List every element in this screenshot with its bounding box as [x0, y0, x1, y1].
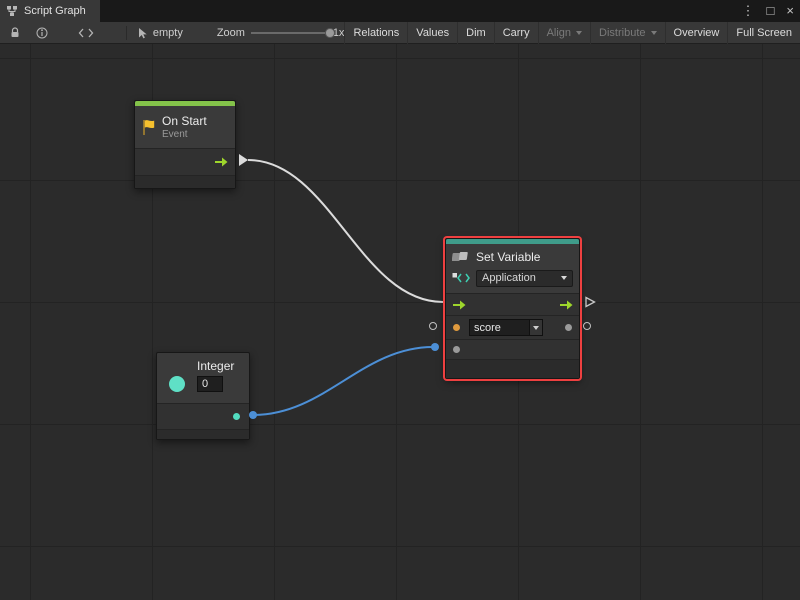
align-label: Align — [547, 27, 571, 39]
title-bar: Script Graph ⋮ □ × — [0, 0, 800, 22]
info-icon[interactable] — [36, 27, 48, 39]
distribute-label: Distribute — [599, 27, 645, 39]
value-wire[interactable] — [253, 347, 433, 415]
maximize-icon[interactable]: □ — [761, 0, 781, 22]
on-start-footer — [135, 175, 235, 188]
node-integer[interactable]: Integer 0 — [156, 352, 250, 440]
variable-scope-dropdown[interactable]: Application — [476, 270, 573, 287]
set-variable-title: Set Variable — [476, 250, 540, 264]
values-button[interactable]: Values — [407, 22, 457, 44]
window-controls: ⋮ □ × — [736, 0, 800, 22]
overview-button[interactable]: Overview — [665, 22, 728, 44]
flow-input-port[interactable] — [452, 300, 466, 310]
variable-name-value: score — [470, 322, 529, 334]
zoom-label: Zoom — [217, 27, 245, 39]
dim-button[interactable]: Dim — [457, 22, 494, 44]
input-value-port[interactable] — [453, 346, 460, 353]
variable-name-port[interactable] — [453, 324, 460, 331]
node-set-variable[interactable]: Set Variable Application — [445, 238, 580, 379]
fullscreen-label: Full Screen — [736, 27, 792, 39]
integer-footer — [157, 429, 249, 439]
variable-scope-value: Application — [482, 272, 556, 284]
on-start-flow-connector[interactable] — [239, 154, 248, 166]
on-start-title: On Start — [162, 114, 207, 128]
integer-wire-endpoint[interactable] — [249, 411, 257, 419]
menu-icon[interactable]: ⋮ — [736, 0, 761, 22]
carry-label: Carry — [503, 27, 530, 39]
chevron-down-icon — [576, 31, 582, 35]
code-inspect-icon[interactable] — [78, 28, 94, 38]
output-value-port[interactable] — [565, 324, 572, 331]
relations-label: Relations — [353, 27, 399, 39]
selection-label: empty — [153, 27, 183, 39]
node-on-start[interactable]: On Start Event — [134, 100, 236, 189]
toolbar-separator — [126, 26, 127, 40]
graph-icon — [6, 5, 18, 17]
toolbar-buttons: Relations Values Dim Carry Align Distrib… — [344, 22, 800, 44]
graph-canvas[interactable]: On Start Event Set Variable — [0, 44, 800, 600]
pointer-icon — [137, 27, 148, 39]
graph-toolbar: empty Zoom 1x Relations Values Dim Carry… — [0, 22, 800, 44]
lock-icon[interactable] — [10, 27, 20, 38]
flag-icon — [141, 119, 156, 136]
wire-layer — [0, 44, 800, 600]
variables-icon — [452, 251, 470, 264]
integer-value: 0 — [198, 378, 222, 390]
integer-title: Integer — [197, 359, 243, 373]
chevron-down-icon — [529, 320, 542, 335]
chevron-down-icon — [561, 276, 567, 280]
relations-button[interactable]: Relations — [344, 22, 407, 44]
dim-label: Dim — [466, 27, 486, 39]
flow-output-port[interactable] — [559, 300, 573, 310]
name-port-connector[interactable] — [429, 322, 437, 330]
zoom-slider-handle[interactable] — [325, 28, 335, 38]
set-variable-footer — [446, 359, 579, 378]
zoom-slider[interactable] — [251, 32, 325, 34]
integer-type-icon — [169, 376, 185, 392]
distribute-button[interactable]: Distribute — [590, 22, 664, 44]
carry-button[interactable]: Carry — [494, 22, 538, 44]
output-port-connector[interactable] — [583, 322, 591, 330]
variable-name-dropdown[interactable]: score — [469, 319, 543, 336]
integer-output-port[interactable] — [233, 413, 240, 420]
overview-label: Overview — [674, 27, 720, 39]
integer-value-field[interactable]: 0 — [197, 376, 223, 392]
flow-out-connector[interactable] — [584, 296, 596, 308]
tab-script-graph[interactable]: Script Graph — [0, 0, 100, 22]
close-icon[interactable]: × — [780, 0, 800, 22]
code-icon — [452, 272, 471, 284]
flow-output-port[interactable] — [214, 157, 228, 167]
chevron-down-icon — [651, 31, 657, 35]
fullscreen-button[interactable]: Full Screen — [727, 22, 800, 44]
flow-wire[interactable] — [248, 160, 443, 302]
values-label: Values — [416, 27, 449, 39]
value-wire-endpoint[interactable] — [431, 343, 439, 351]
on-start-subtitle: Event — [162, 129, 207, 140]
align-button[interactable]: Align — [538, 22, 590, 44]
tab-title: Script Graph — [24, 5, 86, 17]
